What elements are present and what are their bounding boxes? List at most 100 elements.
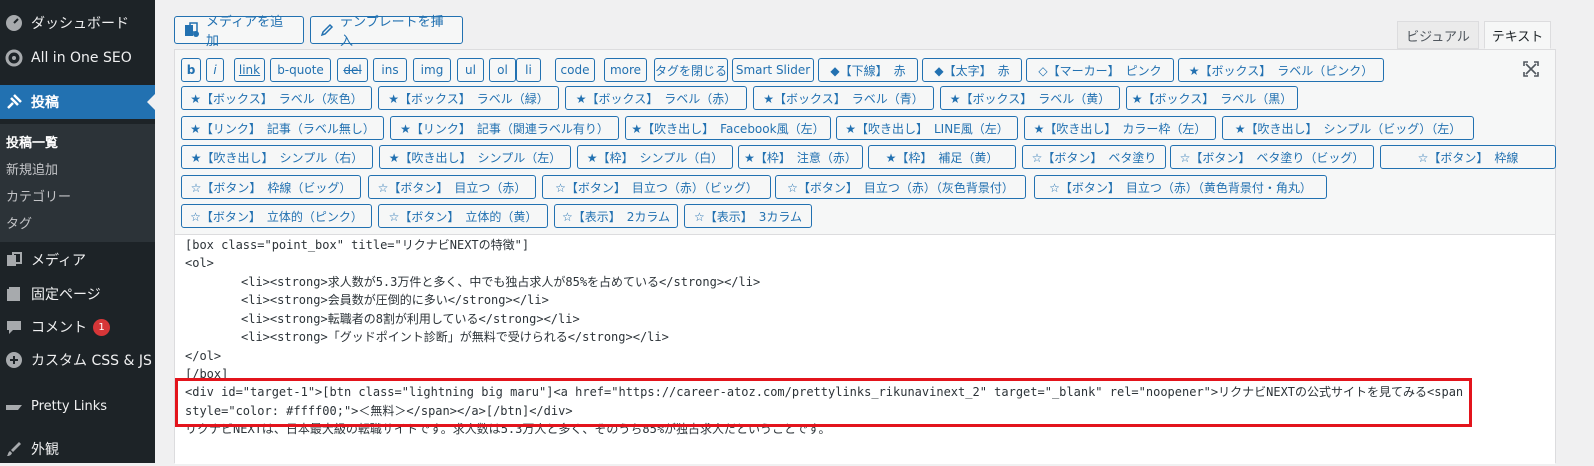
add-media-label: メディアを追加 xyxy=(206,15,284,49)
page-icon xyxy=(5,285,23,303)
media-add-icon xyxy=(184,22,200,38)
plus-circle-icon xyxy=(5,351,23,369)
quicktag-button[interactable]: ◆【下線】 赤 xyxy=(818,58,918,82)
quicktag-button[interactable]: ★【リンク】 記事（ラベル無し） xyxy=(181,116,384,140)
media-icon xyxy=(5,251,23,269)
quicktag-button[interactable]: b-quote xyxy=(270,58,331,82)
code-line: <li><strong>転職者の8割が利用している</strong></li> xyxy=(241,312,580,326)
quicktag-button[interactable]: more xyxy=(604,58,647,82)
dashboard-icon xyxy=(5,14,23,32)
code-textarea[interactable]: [box class="point_box" title="リクナビNEXTの特… xyxy=(175,235,1555,464)
insert-template-button[interactable]: テンプレートを挿入 xyxy=(310,15,463,49)
quicktag-button[interactable]: ☆【表示】 2カラム xyxy=(554,204,678,228)
quicktag-button[interactable]: ★【吹き出し】 LINE風（左） xyxy=(836,116,1018,140)
quicktag-button[interactable]: ☆【ボタン】 ベタ塗り（ビッグ） xyxy=(1170,145,1374,169)
quicktag-button[interactable]: img xyxy=(413,58,451,82)
quicktag-button[interactable]: ◆【太字】 赤 xyxy=(922,58,1022,82)
menu-media[interactable]: メディア xyxy=(0,243,155,277)
quicktag-button[interactable]: ☆【ボタン】 目立つ（赤） xyxy=(368,175,536,199)
quicktag-button[interactable]: ☆【ボタン】 立体的（黄） xyxy=(378,204,548,228)
quicktag-button[interactable]: ◇【マーカー】 ピンク xyxy=(1026,58,1174,82)
quicktag-button[interactable]: ★【ボックス】 ラベル（灰色） xyxy=(181,86,372,110)
quicktag-button[interactable]: ☆【ボタン】 立体的（ピンク） xyxy=(181,204,372,228)
quicktag-button[interactable]: ☆【表示】 3カラム xyxy=(684,204,812,228)
quicktag-button[interactable]: ★【ボックス】 ラベル（ピンク） xyxy=(1178,58,1384,82)
menu-appearance[interactable]: 外観 xyxy=(0,432,155,466)
submenu-all-posts[interactable]: 投稿一覧 xyxy=(6,132,58,151)
code-line: <ol> xyxy=(185,256,214,270)
menu-dashboard-label: ダッシュボード xyxy=(31,16,129,32)
code-line: <li><strong>会員数が圧倒的に多い</strong></li> xyxy=(241,293,549,307)
tab-text[interactable]: テキスト xyxy=(1484,21,1551,49)
brush-icon xyxy=(5,440,23,458)
submenu-categories[interactable]: カテゴリー xyxy=(6,186,71,205)
quicktag-button[interactable]: ★【吹き出し】 シンプル（右） xyxy=(181,145,373,169)
code-line: </ol> xyxy=(185,349,222,363)
code-line: <li><strong>求人数が5.3万件と多く、中でも独占求人が85%を占めて… xyxy=(241,275,761,289)
quicktag-button[interactable]: ☆【ボタン】 枠線 xyxy=(1380,145,1556,169)
submenu-tags[interactable]: タグ xyxy=(6,213,32,232)
quicktag-button[interactable]: ★【枠】 補足（黄） xyxy=(868,145,1016,169)
quicktag-button[interactable]: ★【吹き出し】 カラー枠（左） xyxy=(1024,116,1216,140)
quicktag-button[interactable]: ins xyxy=(373,58,407,82)
menu-comments-label: コメント xyxy=(31,320,87,336)
menu-media-label: メディア xyxy=(31,253,87,269)
quicktag-button[interactable]: ☆【ボタン】 ベタ塗り xyxy=(1022,145,1166,169)
quicktag-button[interactable]: ★【ボックス】 ラベル（黄） xyxy=(940,86,1120,110)
highlight-box xyxy=(175,378,1472,427)
submenu-add-new[interactable]: 新規追加 xyxy=(6,159,58,178)
menu-custom-css-js[interactable]: カスタム CSS & JS xyxy=(0,343,155,377)
menu-posts-label: 投稿 xyxy=(31,95,59,111)
quicktag-button[interactable]: li xyxy=(516,58,541,82)
insert-template-label: テンプレートを挿入 xyxy=(340,15,444,49)
comment-icon xyxy=(5,318,23,336)
quicktag-button[interactable]: ★【ボックス】 ラベル（緑） xyxy=(378,86,559,110)
menu-comments[interactable]: コメント 1 xyxy=(0,310,155,344)
pretty-links-icon xyxy=(5,397,23,415)
quicktag-button[interactable]: i xyxy=(206,58,224,82)
quicktags-toolbar: b i link b-quote del ins img ul ol li code more タグを閉… xyxy=(175,50,1556,235)
menu-pages[interactable]: 固定ページ xyxy=(0,277,155,311)
add-media-button[interactable]: メディアを追加 xyxy=(174,15,304,49)
menu-appearance-label: 外観 xyxy=(31,442,59,458)
menu-pages-label: 固定ページ xyxy=(31,287,101,303)
menu-pretty-links-label: Pretty Links xyxy=(31,398,108,414)
quicktag-button[interactable]: ★【枠】 注意（赤） xyxy=(738,145,863,169)
quicktag-button[interactable]: タグを閉じる xyxy=(654,58,728,82)
pin-icon xyxy=(5,93,23,111)
seo-gear-icon xyxy=(5,49,23,67)
quicktag-button[interactable]: ★【ボックス】 ラベル（青） xyxy=(753,86,934,110)
menu-dashboard[interactable]: ダッシュボード xyxy=(0,6,155,40)
quicktag-button[interactable]: del xyxy=(337,58,368,82)
menu-custom-css-label: カスタム CSS & JS xyxy=(31,353,152,369)
menu-pretty-links[interactable]: Pretty Links xyxy=(0,389,155,423)
code-line: <li><strong>「グッドポイント診断」が無料で受けられる</strong… xyxy=(241,330,669,344)
quicktag-button[interactable]: ★【ボックス】 ラベル（赤） xyxy=(565,86,747,110)
quicktag-button[interactable]: ★【ボックス】 ラベル（黒） xyxy=(1126,86,1298,110)
quicktag-button[interactable]: ★【リンク】 記事（関連ラベル有り） xyxy=(390,116,619,140)
quicktag-button[interactable]: ★【枠】 シンプル（白） xyxy=(577,145,733,169)
quicktag-button[interactable]: ol xyxy=(489,58,516,82)
posts-submenu: 投稿一覧 新規追加 カテゴリー タグ xyxy=(0,124,155,242)
fullscreen-icon[interactable] xyxy=(1522,60,1540,78)
quicktag-button[interactable]: ☆【ボタン】 目立つ（赤）（黄色背景付・角丸） xyxy=(1034,175,1327,199)
quicktag-button[interactable]: ul xyxy=(457,58,484,82)
pencil-icon xyxy=(320,23,334,37)
admin-sidebar: ダッシュボード All in One SEO 投稿 投稿一覧 新規追加 カテゴリ… xyxy=(0,0,155,463)
menu-posts[interactable]: 投稿 xyxy=(0,85,155,119)
quicktag-button[interactable]: Smart Slider xyxy=(732,58,814,82)
quicktag-button[interactable]: code xyxy=(555,58,595,82)
quicktag-button[interactable]: link xyxy=(234,58,265,82)
quicktag-button[interactable]: ☆【ボタン】 目立つ（赤）（灰色背景付） xyxy=(775,175,1026,199)
tab-visual[interactable]: ビジュアル xyxy=(1397,21,1479,49)
quicktag-button[interactable]: ★【吹き出し】 シンプル（ビッグ）（左） xyxy=(1222,116,1474,140)
menu-seo-label: All in One SEO xyxy=(31,50,132,66)
quicktag-button[interactable]: ★【吹き出し】 シンプル（左） xyxy=(379,145,571,169)
code-line: [box class="point_box" title="リクナビNEXTの特… xyxy=(185,238,530,252)
quicktag-button[interactable]: ★【吹き出し】 Facebook風（左） xyxy=(625,116,831,140)
quicktag-button[interactable]: b xyxy=(181,58,201,82)
quicktag-button[interactable]: ☆【ボタン】 枠線（ビッグ） xyxy=(181,175,361,199)
menu-all-in-one-seo[interactable]: All in One SEO xyxy=(0,41,155,75)
quicktag-button[interactable]: ☆【ボタン】 目立つ（赤）（ビッグ） xyxy=(542,175,771,199)
comments-count-badge: 1 xyxy=(93,318,110,336)
